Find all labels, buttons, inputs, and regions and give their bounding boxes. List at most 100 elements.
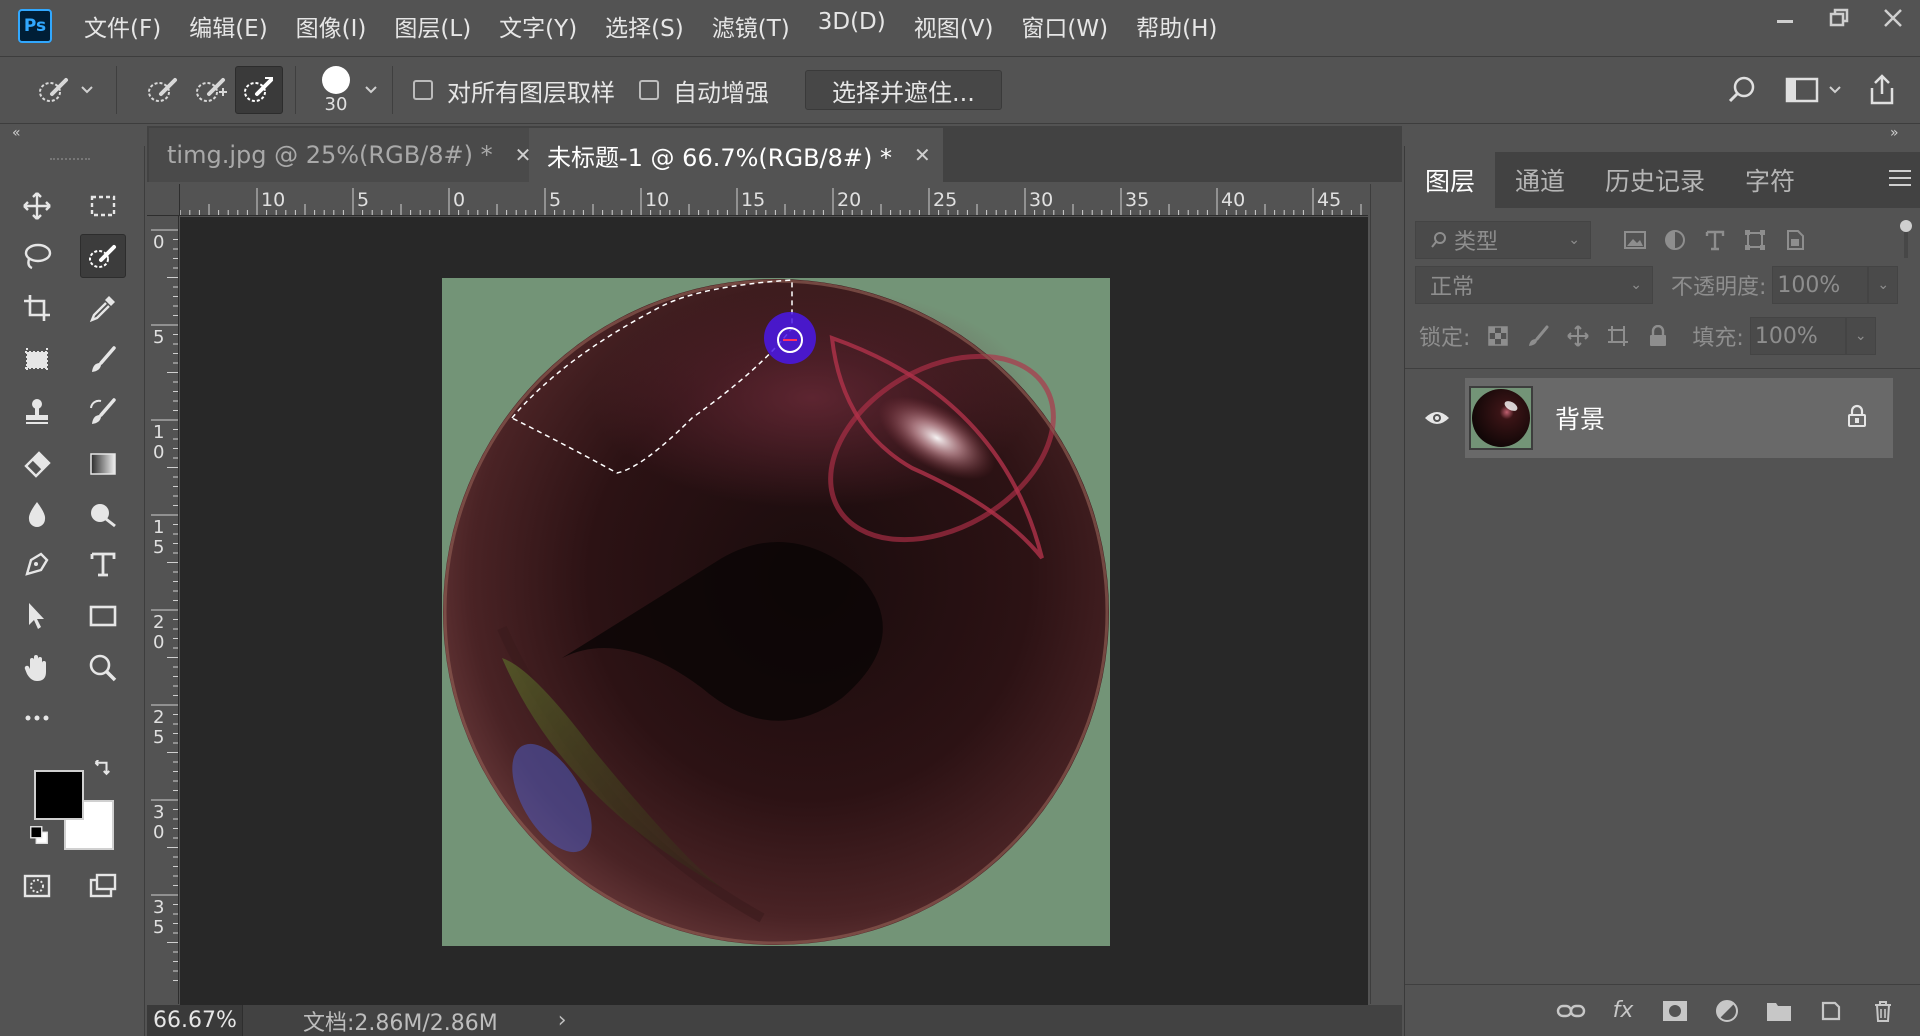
restore-button[interactable] xyxy=(1812,0,1866,36)
add-to-selection-button[interactable] xyxy=(187,66,235,114)
tool-preset-picker[interactable] xyxy=(30,66,78,114)
opacity-input[interactable]: 100% xyxy=(1772,266,1869,304)
stamp-tool[interactable] xyxy=(14,390,60,434)
canvas-area[interactable] xyxy=(180,217,1368,1005)
menu-help[interactable]: 帮助(H) xyxy=(1136,9,1217,43)
edit-toolbar-button[interactable] xyxy=(14,696,60,740)
delete-layer-button[interactable] xyxy=(1865,993,1901,1029)
menu-image[interactable]: 图像(I) xyxy=(296,9,367,43)
pen-tool[interactable] xyxy=(14,542,60,586)
fill-dropdown[interactable]: ⌄ xyxy=(1845,317,1876,355)
lock-icon xyxy=(1848,404,1866,427)
layer-style-button[interactable]: fx xyxy=(1605,993,1641,1029)
new-selection-button[interactable] xyxy=(139,66,187,114)
new-layer-button[interactable] xyxy=(1813,993,1849,1029)
layer-row[interactable]: 背景 xyxy=(1409,378,1893,458)
eraser-tool[interactable] xyxy=(14,442,60,486)
path-selection-tool[interactable] xyxy=(14,594,60,638)
lock-artboard-button[interactable] xyxy=(1598,316,1638,356)
close-button[interactable] xyxy=(1866,0,1920,36)
share-button[interactable] xyxy=(1858,66,1906,114)
toolbar-grip[interactable] xyxy=(50,158,90,164)
menu-window[interactable]: 窗口(W) xyxy=(1021,9,1108,43)
add-mask-button[interactable] xyxy=(1657,993,1693,1029)
filter-smart-object-button[interactable] xyxy=(1775,220,1815,260)
collapse-right-icon[interactable]: » xyxy=(1890,125,1899,141)
lock-pixels-button[interactable] xyxy=(1518,316,1558,356)
quick-mask-button[interactable] xyxy=(14,864,60,908)
link-layers-button[interactable] xyxy=(1553,993,1589,1029)
visibility-toggle[interactable] xyxy=(1409,378,1465,458)
collapse-left-icon[interactable]: « xyxy=(12,125,21,141)
menu-view[interactable]: 视图(V) xyxy=(914,9,994,43)
default-colors-button[interactable] xyxy=(26,822,52,848)
new-adjustment-layer-button[interactable] xyxy=(1709,993,1745,1029)
marquee-tool[interactable] xyxy=(80,184,126,228)
move-tool[interactable] xyxy=(14,184,60,228)
status-menu-arrow[interactable]: › xyxy=(558,1008,567,1033)
hand-tool[interactable] xyxy=(14,646,60,690)
brush-picker[interactable]: 30 xyxy=(316,65,356,115)
tab-channels[interactable]: 通道 xyxy=(1495,152,1585,208)
sample-all-layers-checkbox[interactable] xyxy=(413,80,433,100)
crop-tool[interactable] xyxy=(14,286,60,330)
tab-character[interactable]: 字符 xyxy=(1725,152,1815,208)
opacity-label: 不透明度: xyxy=(1671,275,1767,300)
type-tool[interactable] xyxy=(80,542,126,586)
menu-file[interactable]: 文件(F) xyxy=(84,9,161,43)
blur-tool[interactable] xyxy=(14,492,60,536)
menu-3d[interactable]: 3D(D) xyxy=(818,9,886,43)
tab-history[interactable]: 历史记录 xyxy=(1585,152,1725,208)
panel-menu-icon[interactable] xyxy=(1889,170,1911,191)
fill-input[interactable]: 100% xyxy=(1749,317,1846,355)
quick-selection-tool[interactable] xyxy=(80,234,126,278)
vertical-scrollbar[interactable] xyxy=(1370,184,1402,1004)
tab-layers[interactable]: 图层 xyxy=(1405,152,1496,208)
layer-item[interactable]: 背景 xyxy=(1465,378,1893,458)
search-button[interactable] xyxy=(1718,66,1766,114)
filter-pixel-button[interactable] xyxy=(1615,220,1655,260)
zoom-tool[interactable] xyxy=(80,646,126,690)
preset-dropdown[interactable] xyxy=(78,81,96,99)
filter-type-button[interactable] xyxy=(1695,220,1735,260)
menu-edit[interactable]: 编辑(E) xyxy=(189,9,267,43)
brush-tool[interactable] xyxy=(80,338,126,382)
workspace-button[interactable] xyxy=(1778,66,1826,114)
frame-tool[interactable] xyxy=(14,338,60,382)
tab-timg[interactable]: timg.jpg @ 25%(RGB/8#) * ✕ xyxy=(149,128,531,182)
filter-shape-button[interactable] xyxy=(1735,220,1775,260)
blend-mode-select[interactable]: 正常 ⌄ xyxy=(1415,266,1653,304)
zoom-level-field[interactable]: 66.67% xyxy=(147,1005,243,1036)
filter-toggle[interactable] xyxy=(1899,220,1913,260)
lasso-tool[interactable] xyxy=(14,234,60,278)
new-group-button[interactable] xyxy=(1761,993,1797,1029)
auto-enhance-checkbox[interactable] xyxy=(639,80,659,100)
foreground-color-swatch[interactable] xyxy=(34,770,84,820)
lock-all-button[interactable] xyxy=(1638,316,1678,356)
tab-untitled-1[interactable]: 未标题-1 @ 66.7%(RGB/8#) * ✕ xyxy=(529,128,943,182)
minimize-button[interactable] xyxy=(1758,0,1812,36)
document-canvas[interactable] xyxy=(442,278,1110,946)
workspace-dropdown[interactable] xyxy=(1826,81,1844,99)
close-icon[interactable]: ✕ xyxy=(914,143,931,167)
opacity-dropdown[interactable]: ⌄ xyxy=(1868,266,1899,304)
rectangle-tool[interactable] xyxy=(80,594,126,638)
menu-select[interactable]: 选择(S) xyxy=(605,9,684,43)
eyedropper-tool[interactable] xyxy=(80,286,126,330)
select-and-mask-button[interactable]: 选择并遮住... xyxy=(805,70,1002,110)
subtract-from-selection-button[interactable] xyxy=(235,66,283,114)
gradient-tool[interactable] xyxy=(80,442,126,486)
filter-adjustment-button[interactable] xyxy=(1655,220,1695,260)
history-brush-tool[interactable] xyxy=(80,390,126,434)
menu-filter[interactable]: 滤镜(T) xyxy=(712,9,790,43)
brush-dropdown[interactable] xyxy=(362,81,380,99)
swap-colors-button[interactable] xyxy=(86,756,116,786)
layer-name[interactable]: 背景 xyxy=(1555,400,1605,436)
lock-transparent-button[interactable] xyxy=(1478,316,1518,356)
menu-type[interactable]: 文字(Y) xyxy=(499,9,577,43)
dodge-tool[interactable] xyxy=(80,492,126,536)
menu-layer[interactable]: 图层(L) xyxy=(394,9,471,43)
layer-kind-filter[interactable]: 类型 ⌄ xyxy=(1415,221,1591,259)
screen-mode-button[interactable] xyxy=(80,864,126,908)
lock-position-button[interactable] xyxy=(1558,316,1598,356)
